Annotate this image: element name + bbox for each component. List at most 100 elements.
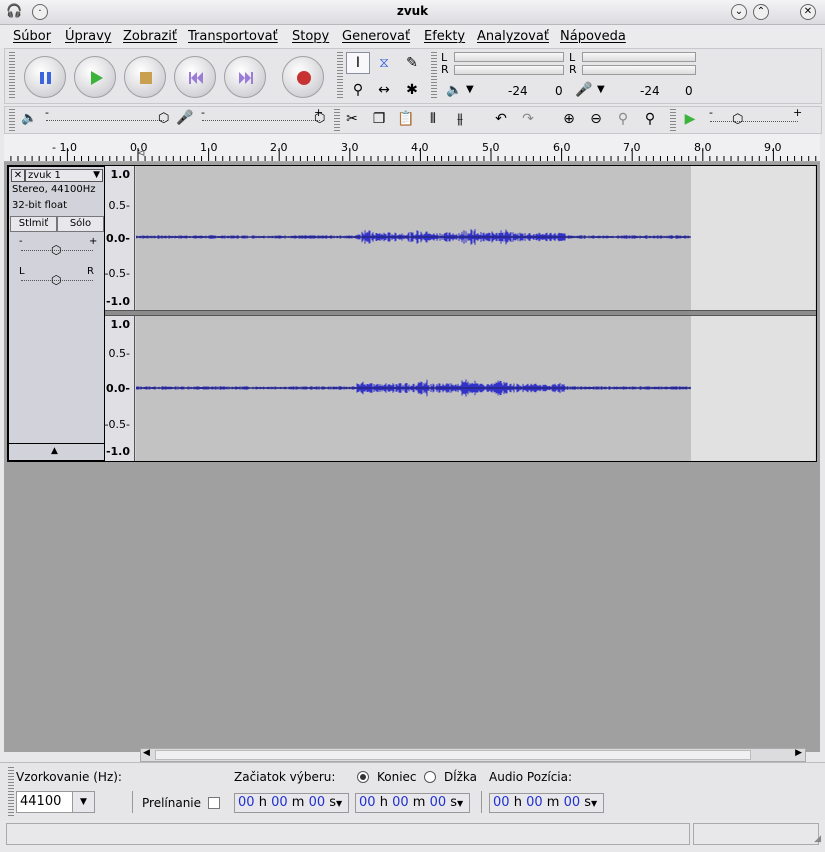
menu-view[interactable]: Zobraziť — [123, 29, 177, 44]
menu-effects[interactable]: Efekty — [424, 29, 465, 44]
sample-rate-combobox[interactable]: 44100 ▼ — [16, 791, 95, 813]
ruler-label: 7.0 — [623, 141, 641, 154]
close-button[interactable]: ✕ — [800, 4, 816, 20]
play-speed-slider[interactable] — [710, 121, 798, 122]
zoom-in-button[interactable]: ⊕ — [557, 108, 581, 130]
skip-start-icon — [189, 72, 203, 84]
output-slider-thumb-icon[interactable]: ⬡ — [158, 111, 169, 126]
selection-end-timecode[interactable]: 00 h 00 m 00 s▼ — [355, 793, 470, 813]
input-volume-slider[interactable] — [202, 120, 320, 121]
selection-tool[interactable]: I — [346, 52, 370, 74]
pan-slider-thumb-icon[interactable]: ⬡ — [51, 273, 61, 287]
fit-project-button[interactable]: ⚲ — [638, 108, 662, 130]
rec-meter-left[interactable] — [582, 52, 696, 62]
length-radio[interactable] — [424, 771, 436, 783]
output-volume-slider[interactable] — [46, 120, 164, 121]
empty-track-area-left[interactable] — [691, 166, 815, 310]
scale-label: -1.0 — [105, 445, 130, 458]
scroll-left-icon[interactable]: ◀ — [143, 748, 150, 758]
microphone-icon: 🎤 — [575, 82, 593, 98]
double-arrow-icon: ↔ — [378, 82, 390, 98]
timeline-ruler[interactable]: - 1.0 0.0 1.0 2.0 3.0 4.0 5.0 6.0 7.0 8.… — [4, 134, 820, 162]
cut-button[interactable]: ✂ — [340, 108, 364, 130]
playspeed-grip[interactable] — [670, 109, 676, 131]
minimize-button[interactable]: ⌄ — [731, 4, 747, 20]
end-radio-label: Koniec — [377, 770, 417, 784]
fit-selection-icon: ⚲ — [617, 111, 629, 127]
menu-analyze[interactable]: Analyzovať — [477, 29, 549, 44]
paste-button[interactable]: 📋 — [394, 108, 418, 130]
track-close-button[interactable]: ✕ — [11, 169, 25, 182]
zoom-out-button[interactable]: ⊖ — [584, 108, 608, 130]
menu-edit[interactable]: Úpravy — [65, 29, 111, 44]
meter-grip[interactable] — [431, 52, 437, 100]
zoom-tool[interactable]: ⚲ — [346, 79, 370, 101]
rec-meter-right[interactable] — [582, 65, 696, 75]
rec-meter-scale-b: 0 — [685, 84, 693, 98]
audio-position-timecode[interactable]: 00 h 00 m 00 s▼ — [489, 793, 604, 813]
zoom-in-icon: ⊕ — [563, 111, 575, 127]
record-button[interactable] — [282, 56, 324, 98]
tc-m-unit: m — [291, 795, 305, 810]
scroll-thumb[interactable] — [155, 750, 751, 760]
trim-button[interactable]: ⫴ — [421, 108, 445, 130]
gain-slider-thumb-icon[interactable]: ⬡ — [51, 243, 61, 257]
collapse-track-icon[interactable]: ▲ — [51, 446, 58, 456]
skip-start-button[interactable] — [174, 56, 216, 98]
selection-bar-grip[interactable] — [8, 767, 14, 817]
play-meter-right[interactable] — [454, 65, 564, 75]
fit-selection-button[interactable]: ⚲ — [611, 108, 635, 130]
timeshift-tool[interactable]: ↔ — [372, 79, 396, 101]
selection-start-label: Začiatok výberu: — [234, 770, 336, 784]
undo-button[interactable]: ↶ — [489, 108, 513, 130]
redo-button[interactable]: ↷ — [516, 108, 540, 130]
empty-track-area-right[interactable] — [691, 316, 815, 461]
silence-button[interactable]: ⫵ — [448, 108, 472, 130]
playhead-marker-icon[interactable]: ⊲ — [137, 148, 145, 159]
stop-button[interactable] — [124, 56, 166, 98]
play-meter-dropdown[interactable]: ▼ — [466, 84, 474, 95]
menu-transport[interactable]: Transportovať — [188, 29, 278, 44]
end-radio[interactable] — [357, 771, 369, 783]
menu-help[interactable]: Nápoveda — [560, 29, 626, 44]
track-bits-info: 32-bit float — [12, 200, 68, 211]
menu-tracks[interactable]: Stopy — [292, 29, 329, 44]
horizontal-scrollbar[interactable]: ◀ ▶ — [140, 748, 806, 762]
transport-grip[interactable] — [9, 52, 15, 100]
mute-button[interactable]: Stlmiť — [10, 216, 57, 232]
input-slider-thumb-icon[interactable]: ⬡ — [314, 111, 325, 126]
track-control-panel: ✕ zvuk 1 ▼ Stereo, 44100Hz 32-bit float … — [8, 166, 105, 461]
left-channel-scale: 1.0 0.5- 0.0- -0.5- -1.0 — [105, 166, 135, 310]
draw-tool[interactable]: ✎ — [400, 52, 424, 74]
scroll-right-icon[interactable]: ▶ — [795, 748, 802, 758]
divider — [481, 791, 482, 813]
track-name-menu[interactable]: zvuk 1 ▼ — [25, 169, 103, 182]
solo-button[interactable]: Sólo — [57, 216, 104, 232]
rec-meter-scale-a: -24 — [640, 84, 660, 98]
waveform-left-channel[interactable] — [135, 166, 691, 310]
record-icon — [297, 71, 311, 85]
play-button[interactable] — [74, 56, 116, 98]
audio-position-label: Audio Pozícia: — [489, 770, 573, 784]
waveform-right-channel[interactable] — [135, 316, 691, 461]
rec-meter-dropdown[interactable]: ▼ — [597, 84, 605, 95]
selection-start-timecode[interactable]: 00 h 00 m 00 s▼ — [234, 793, 349, 813]
menu-file[interactable]: Súbor — [13, 29, 51, 44]
multi-tool[interactable]: ✱ — [400, 79, 424, 101]
tc-minutes: 00 — [526, 795, 543, 810]
tc-h-unit: h — [258, 795, 267, 810]
snap-to-checkbox[interactable] — [208, 797, 220, 809]
envelope-tool[interactable]: ⧖ — [372, 52, 396, 74]
skip-end-button[interactable] — [224, 56, 266, 98]
play-at-speed-button[interactable]: ▶ — [678, 108, 702, 130]
maximize-button[interactable]: ⌃ — [753, 4, 769, 20]
resize-grip-icon[interactable]: ◢ — [814, 834, 821, 844]
play-meter-left[interactable] — [454, 52, 564, 62]
pause-button[interactable] — [24, 56, 66, 98]
mixer-grip[interactable] — [9, 109, 15, 131]
length-radio-label: Dĺžka — [444, 770, 477, 784]
speed-slider-thumb-icon[interactable]: ⬡ — [732, 112, 743, 127]
copy-button[interactable]: ❐ — [367, 108, 391, 130]
menu-generate[interactable]: Generovať — [342, 29, 410, 44]
tools-grip[interactable] — [337, 52, 343, 100]
